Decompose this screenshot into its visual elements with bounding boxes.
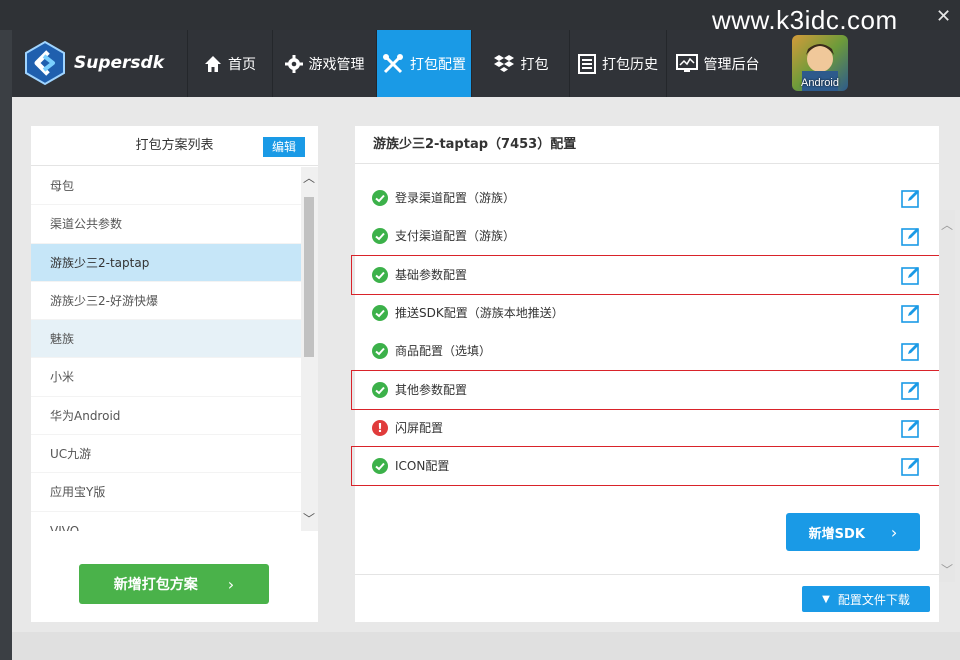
edit-icon[interactable] (901, 341, 921, 361)
nav-home[interactable]: 首页 (187, 30, 272, 97)
plan-list-item[interactable]: 华为Android (31, 397, 301, 436)
nav-build-label: 打包 (520, 56, 549, 73)
check-circle-icon (372, 458, 388, 475)
scroll-down-icon[interactable]: ﹀ (303, 510, 315, 527)
edit-icon[interactable] (901, 226, 921, 247)
nav-build-history[interactable]: 打包历史 (569, 30, 666, 97)
chevron-right-icon: › (890, 522, 898, 542)
scroll-up-icon[interactable]: ︿ (941, 216, 953, 233)
plan-list-header: 打包方案列表 编辑 (31, 126, 318, 166)
edit-icon[interactable] (901, 456, 921, 476)
config-row-label: 推送SDK配置（游族本地推送） (395, 305, 564, 320)
plan-list-item-selected[interactable]: 游族少三2-taptap (31, 243, 301, 282)
config-row-label: 其他参数配置 (395, 382, 468, 397)
check-circle-icon (372, 266, 388, 283)
config-row-label: 登录渠道配置（游族） (395, 191, 516, 205)
edit-icon[interactable] (901, 418, 921, 438)
build-plan-list-panel: 打包方案列表 编辑 母包 渠道公共参数 游族少三2-taptap 游族少三2-好… (31, 126, 318, 622)
close-icon[interactable]: ✕ (936, 6, 951, 27)
download-chevron-icon: ▼ (822, 593, 830, 605)
plan-list-item[interactable]: 游族少三2-好游快爆 (31, 282, 301, 321)
config-row: ICON配置 (355, 447, 939, 485)
config-panel-title: 游族少三2-taptap（7453）配置 (373, 137, 577, 152)
plan-list-item[interactable]: 应用宝Y版 (31, 473, 301, 512)
app-window: Supersdk 首页 游戏管理 打包配置 打包 打包历史 管理后台 Andro… (12, 30, 960, 660)
edit-icon[interactable] (901, 188, 921, 208)
edit-icon[interactable] (901, 303, 921, 323)
plan-list-item[interactable]: 母包 (31, 167, 301, 206)
nav-home-label: 首页 (228, 56, 256, 73)
config-row-label: 基础参数配置 (395, 267, 468, 282)
config-row-label: 支付渠道配置（游族） (395, 229, 516, 244)
nav-game-management-label: 游戏管理 (308, 56, 365, 73)
new-sdk-button[interactable]: 新增SDK › (786, 513, 920, 551)
config-row: 基础参数配置 (355, 256, 939, 294)
nav-build-history-label: 打包历史 (602, 56, 658, 73)
download-config-button[interactable]: ▼ 配置文件下载 (802, 586, 930, 612)
nav-game-management[interactable]: 游戏管理 (272, 30, 376, 97)
scroll-down-icon[interactable]: ﹀ (941, 561, 953, 578)
config-panel: 游族少三2-taptap（7453）配置 登录渠道配置（游族） 支付渠道配置（游族… (351, 126, 941, 622)
app-logo: Supersdk (22, 38, 172, 88)
download-config-label: 配置文件下载 (837, 592, 910, 607)
config-panel-scrollbar[interactable]: ︿ ﹀ (939, 210, 955, 582)
config-row: 其他参数配置 (355, 371, 939, 409)
nav-build-config-label: 打包配置 (410, 56, 466, 73)
check-circle-icon (372, 190, 388, 206)
config-row-label: 商品配置（选填） (395, 344, 492, 359)
plan-list-item[interactable]: 魅族 (31, 320, 301, 359)
nav-admin-console[interactable]: 管理后台 (666, 30, 768, 97)
plan-list-scrollbar[interactable]: ︿ ﹀ (301, 167, 318, 531)
scrollbar-thumb[interactable] (304, 197, 314, 357)
plan-list: 母包 渠道公共参数 游族少三2-taptap 游族少三2-好游快爆 魅族 小米 … (31, 167, 301, 531)
edit-icon[interactable] (901, 265, 921, 285)
plan-list-item[interactable]: VIVO (31, 512, 301, 531)
nav-build-config[interactable]: 打包配置 (376, 30, 471, 97)
supersdk-logo-icon (25, 40, 65, 86)
game-avatar[interactable]: Android (792, 35, 848, 91)
plan-list-item[interactable]: UC九游 (31, 435, 301, 474)
avatar-platform-label: Android (801, 77, 839, 89)
config-row-label: ICON配置 (395, 459, 450, 474)
new-sdk-label: 新增SDK (808, 526, 865, 542)
home-icon (205, 55, 221, 72)
status-bar (12, 632, 960, 660)
plan-list-item[interactable]: 渠道公共参数 (31, 205, 301, 244)
scroll-up-icon[interactable]: ︿ (303, 169, 315, 186)
error-circle-icon: ! (372, 419, 388, 436)
nav-build[interactable]: 打包 (471, 30, 569, 97)
config-row-label: 闪屏配置 (395, 420, 444, 435)
edit-button[interactable]: 编辑 (263, 137, 305, 157)
config-row: 登录渠道配置（游族） (355, 179, 939, 217)
history-icon (578, 53, 596, 74)
logo-text: Supersdk (74, 53, 165, 73)
plan-list-item[interactable]: 小米 (31, 358, 301, 397)
new-build-plan-label: 新增打包方案 (113, 577, 198, 593)
config-row: ! 闪屏配置 (355, 409, 939, 447)
dropbox-icon (493, 54, 514, 72)
check-circle-icon (372, 343, 388, 360)
tools-icon (383, 53, 403, 73)
check-circle-icon (372, 381, 388, 398)
gear-icon (284, 54, 303, 73)
config-panel-header: 游族少三2-taptap（7453）配置 (355, 126, 939, 164)
edit-icon[interactable] (901, 380, 921, 400)
top-navbar: Supersdk 首页 游戏管理 打包配置 打包 打包历史 管理后台 Andro… (12, 30, 960, 97)
config-row: 支付渠道配置（游族） (355, 217, 939, 255)
check-circle-icon (372, 304, 388, 321)
nav-admin-console-label: 管理后台 (703, 56, 760, 73)
check-circle-icon (372, 228, 388, 245)
divider (355, 574, 939, 575)
config-row: 推送SDK配置（游族本地推送） (355, 294, 939, 332)
monitor-icon (675, 53, 698, 72)
new-build-plan-button[interactable]: 新增打包方案 › (79, 564, 269, 604)
chevron-right-icon: › (227, 574, 235, 594)
config-row: 商品配置（选填） (355, 332, 939, 370)
